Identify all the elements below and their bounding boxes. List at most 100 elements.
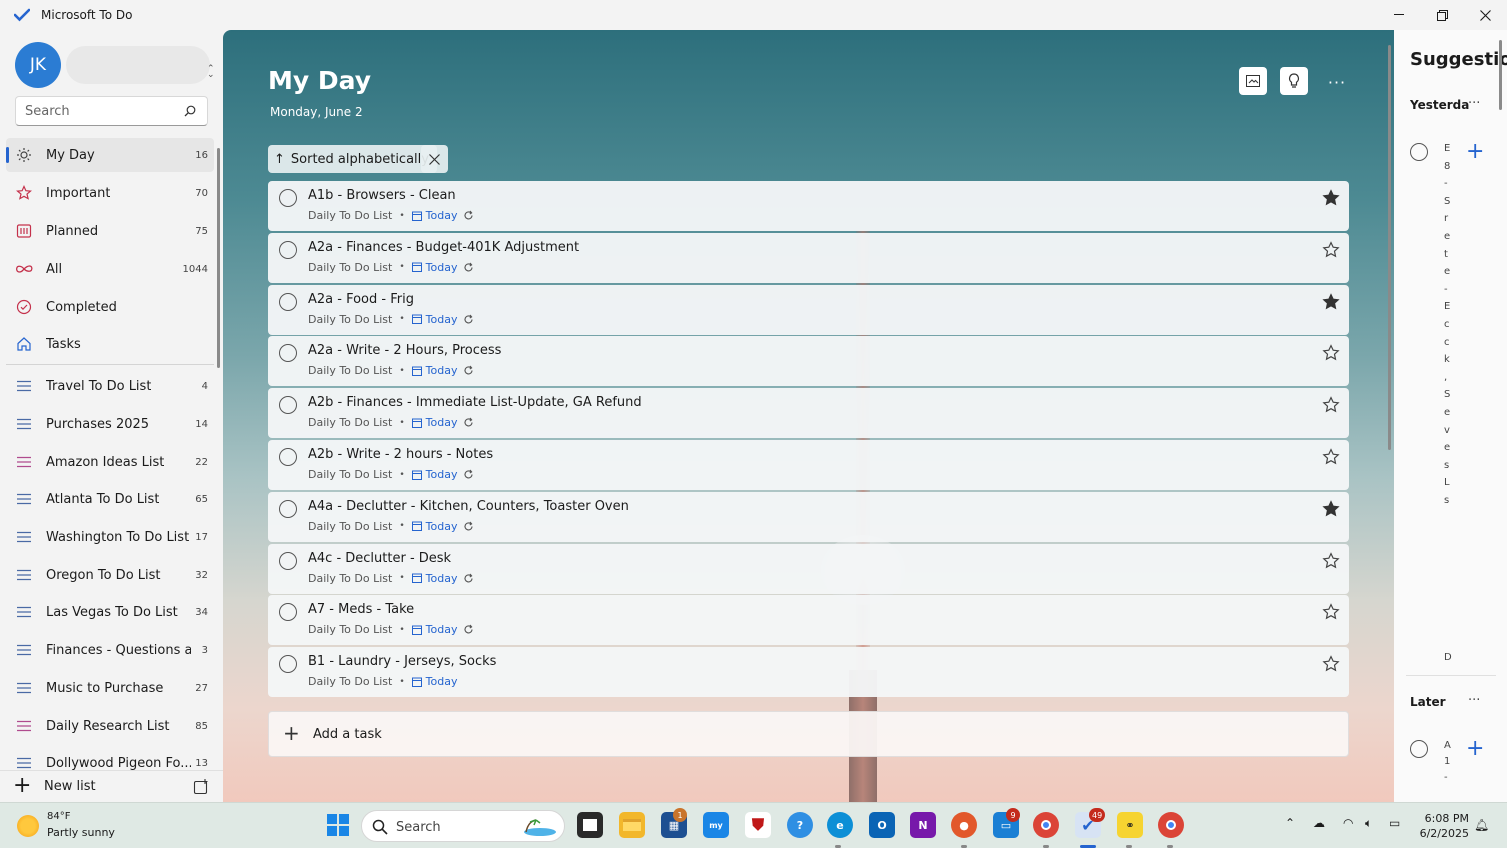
minimize-button[interactable] — [1377, 0, 1421, 30]
sidebar-item-my-day[interactable]: My Day 16 — [6, 138, 214, 172]
suggestions-scrollbar[interactable] — [1499, 40, 1502, 110]
task-complete-checkbox[interactable] — [279, 655, 297, 674]
close-button[interactable] — [1463, 0, 1507, 30]
volume-icon[interactable]: 🔈︎ — [1365, 816, 1372, 831]
task-complete-checkbox[interactable] — [279, 344, 297, 363]
add-to-my-day-icon[interactable]: + — [1466, 141, 1484, 163]
sidebar-list-las-vegas[interactable]: Las Vegas To Do List 34 — [6, 595, 214, 629]
new-group-icon[interactable] — [193, 778, 210, 795]
task-row[interactable]: A2a - Write - 2 Hours, Process Daily To D… — [268, 336, 1349, 387]
sidebar-list-atlanta[interactable]: Atlanta To Do List 65 — [6, 482, 214, 516]
repeat-icon — [465, 573, 474, 583]
star-outline-icon[interactable] — [1322, 344, 1340, 362]
sidebar-list-finances[interactable]: Finances - Questions a... 3 — [6, 633, 214, 667]
search-input[interactable] — [16, 97, 166, 125]
sidebar-item-tasks[interactable]: Tasks — [6, 327, 214, 361]
account-name-redacted[interactable] — [66, 46, 210, 84]
account-switcher-chevron-icon[interactable]: ⌃ ⌄ — [207, 65, 215, 80]
task-checkbox[interactable] — [1410, 143, 1428, 161]
sidebar-list-daily-research[interactable]: Daily Research List 85 — [6, 709, 214, 743]
sort-indicator[interactable]: ↑ Sorted alphabetically — [268, 145, 437, 173]
taskbar-task-view[interactable] — [577, 812, 603, 838]
task-complete-checkbox[interactable] — [279, 499, 297, 518]
taskbar-file-explorer[interactable] — [619, 812, 645, 838]
add-task-input[interactable]: + Add a task — [268, 711, 1349, 757]
onedrive-cloud-icon[interactable]: ☁ — [1313, 816, 1325, 830]
task-complete-checkbox[interactable] — [279, 240, 297, 259]
system-clock[interactable]: 6:08 PM 6/2/2025 — [1417, 811, 1469, 841]
sidebar-item-planned[interactable]: Planned 75 — [6, 214, 214, 248]
sidebar-scrollbar[interactable] — [217, 148, 220, 368]
task-row[interactable]: A4c - Declutter - Desk Daily To Do List • T… — [268, 543, 1349, 594]
taskbar-outlook[interactable]: O — [869, 812, 895, 838]
star-outline-icon[interactable] — [1322, 448, 1340, 466]
task-row[interactable]: A2a - Food - Frig Daily To Do List • Today — [268, 284, 1349, 335]
new-list-button[interactable]: + New list — [0, 770, 223, 802]
restore-button[interactable] — [1420, 0, 1464, 30]
star-filled-icon[interactable] — [1322, 189, 1340, 207]
taskbar-help[interactable]: ? — [787, 812, 813, 838]
star-outline-icon[interactable] — [1322, 655, 1340, 673]
sidebar-list-oregon[interactable]: Oregon To Do List 32 — [6, 558, 214, 592]
taskbar-firefox[interactable]: ● — [951, 812, 977, 838]
task-row[interactable]: A2a - Finances - Budget-401K Adjustment D… — [268, 232, 1349, 283]
add-to-my-day-icon[interactable]: + — [1466, 738, 1484, 760]
suggestions-button[interactable] — [1280, 67, 1308, 95]
sidebar-list-washington[interactable]: Washington To Do List 17 — [6, 520, 214, 554]
task-complete-checkbox[interactable] — [279, 603, 297, 622]
task-complete-checkbox[interactable] — [279, 396, 297, 415]
task-row[interactable]: A4a - Declutter - Kitchen, Counters, Toa… — [268, 491, 1349, 542]
taskbar-mcafee[interactable]: ⛊ — [745, 812, 771, 838]
taskbar-edge[interactable]: e — [827, 812, 853, 838]
taskbar-app-yellow[interactable]: ⚭ — [1117, 812, 1143, 838]
taskbar-chrome[interactable] — [1033, 812, 1059, 838]
star-outline-icon[interactable] — [1322, 396, 1340, 414]
due-date-calendar-icon — [411, 366, 422, 376]
sidebar-item-all[interactable]: All 1044 — [6, 252, 214, 286]
taskbar-onenote[interactable]: N — [910, 812, 936, 838]
avatar[interactable]: JK — [15, 42, 61, 88]
star-outline-icon[interactable] — [1322, 603, 1340, 621]
suggestion-later-text-clipped: A 1 - — [1444, 738, 1452, 786]
star-outline-icon[interactable] — [1322, 551, 1340, 570]
more-options-icon[interactable]: ··· — [1468, 693, 1480, 708]
task-complete-checkbox[interactable] — [279, 292, 297, 311]
due-date-calendar-icon — [411, 625, 422, 635]
notifications-bell-icon[interactable]: 🔔︎ — [1474, 818, 1489, 832]
more-options-icon[interactable]: ··· — [1325, 70, 1349, 94]
task-row[interactable]: A1b - Browsers - Clean Daily To Do List • T… — [268, 181, 1349, 231]
star-filled-icon[interactable] — [1322, 500, 1340, 518]
wifi-icon[interactable]: ◠ — [1343, 816, 1353, 830]
star-filled-icon[interactable] — [1322, 292, 1340, 311]
sidebar-list-amazon[interactable]: Amazon Ideas List 22 — [6, 445, 214, 479]
task-row[interactable]: A2b - Write - 2 hours - Notes Daily To Do… — [268, 440, 1349, 490]
star-icon — [15, 184, 33, 202]
change-theme-button[interactable] — [1239, 67, 1267, 95]
clear-sort-button[interactable] — [421, 145, 448, 173]
taskbar-chrome-profile[interactable] — [1158, 812, 1184, 838]
search-icon[interactable] — [184, 105, 196, 117]
taskbar-search[interactable]: Search — [361, 810, 565, 842]
task-complete-checkbox[interactable] — [279, 448, 297, 466]
start-button[interactable] — [325, 812, 351, 838]
task-row[interactable]: B1 - Laundry - Jerseys, Socks Daily To Do… — [268, 647, 1349, 698]
task-complete-checkbox[interactable] — [279, 189, 297, 207]
task-row[interactable]: A2b - Finances - Immediate List-Update, … — [268, 388, 1349, 439]
task-row[interactable]: A7 - Meds - Take Daily To Do List • Today — [268, 595, 1349, 646]
sidebar-list-purchases[interactable]: Purchases 2025 14 — [6, 407, 214, 441]
star-outline-icon[interactable] — [1322, 241, 1340, 259]
task-meta: Daily To Do List • Today — [308, 209, 474, 222]
task-complete-checkbox[interactable] — [279, 551, 297, 570]
sidebar-list-music[interactable]: Music to Purchase 27 — [6, 671, 214, 705]
main-scrollbar[interactable] — [1388, 45, 1391, 450]
taskbar-app-blue[interactable]: my — [703, 812, 729, 838]
show-hidden-icons-chevron-icon[interactable]: ⌃ — [1285, 816, 1295, 830]
battery-icon[interactable]: ▭ — [1389, 816, 1400, 830]
plus-icon: + — [13, 773, 32, 798]
task-checkbox[interactable] — [1410, 740, 1428, 758]
more-options-icon[interactable]: ··· — [1468, 96, 1480, 111]
search-box[interactable] — [15, 96, 208, 126]
sidebar-item-completed[interactable]: Completed — [6, 290, 214, 324]
sidebar-list-travel[interactable]: Travel To Do List 4 — [6, 369, 214, 403]
sidebar-item-important[interactable]: Important 70 — [6, 176, 214, 210]
